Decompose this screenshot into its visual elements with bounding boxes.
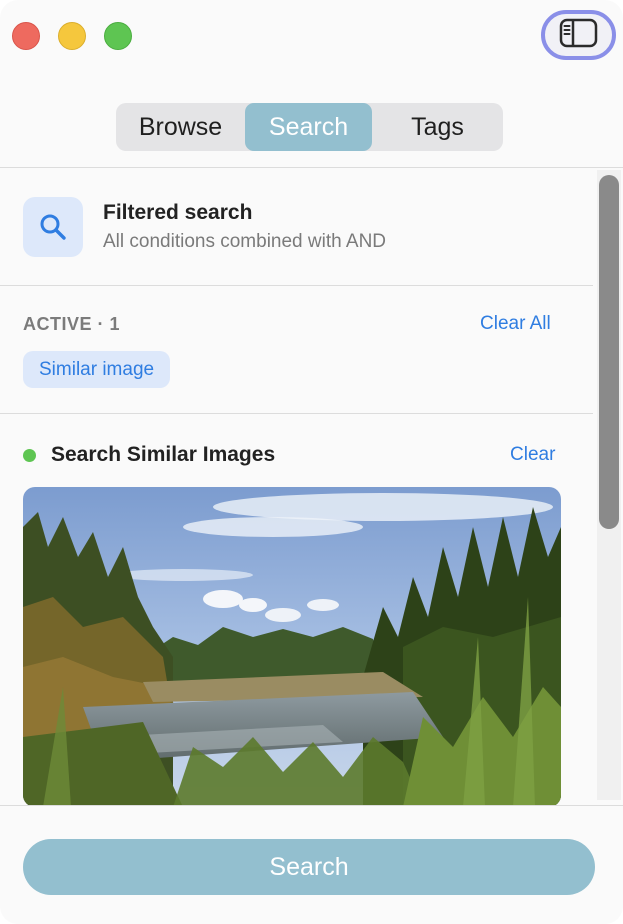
tab-browse[interactable]: Browse [116,103,245,151]
status-dot [23,448,36,462]
search-button[interactable]: Search [23,839,595,895]
similar-image-preview[interactable] [23,487,561,807]
view-segmented-control: Browse Search Tags [116,103,503,151]
search-icon [23,197,83,257]
sidebar-icon [559,17,599,54]
clear-all-link[interactable]: Clear All [480,313,551,335]
filter-chip-similar-image[interactable]: Similar image [23,351,171,388]
window-controls [12,22,132,50]
tab-tags[interactable]: Tags [372,103,503,151]
tab-search[interactable]: Search [245,103,372,151]
similar-images-title: Search Similar Images [51,443,276,466]
clear-similar-link[interactable]: Clear [510,444,555,466]
close-window-button[interactable] [12,22,40,50]
scrollbar-thumb[interactable] [599,175,619,529]
divider [0,413,593,414]
zoom-window-button[interactable] [104,22,132,50]
sidebar-toggle-button[interactable] [541,10,616,60]
divider [0,167,623,168]
header-subtitle: All conditions combined with AND [103,231,387,252]
divider [0,285,593,286]
minimize-window-button[interactable] [58,22,86,50]
divider [0,805,623,806]
similar-images-header: Search Similar Images [23,443,275,467]
active-filters-label: ACTIVE · 1 [23,314,121,334]
header-title: Filtered search [103,201,253,224]
app-window: Browse Search Tags Filtered search All c… [0,0,623,924]
filtered-search-header: Filtered search All conditions combined … [23,197,386,257]
